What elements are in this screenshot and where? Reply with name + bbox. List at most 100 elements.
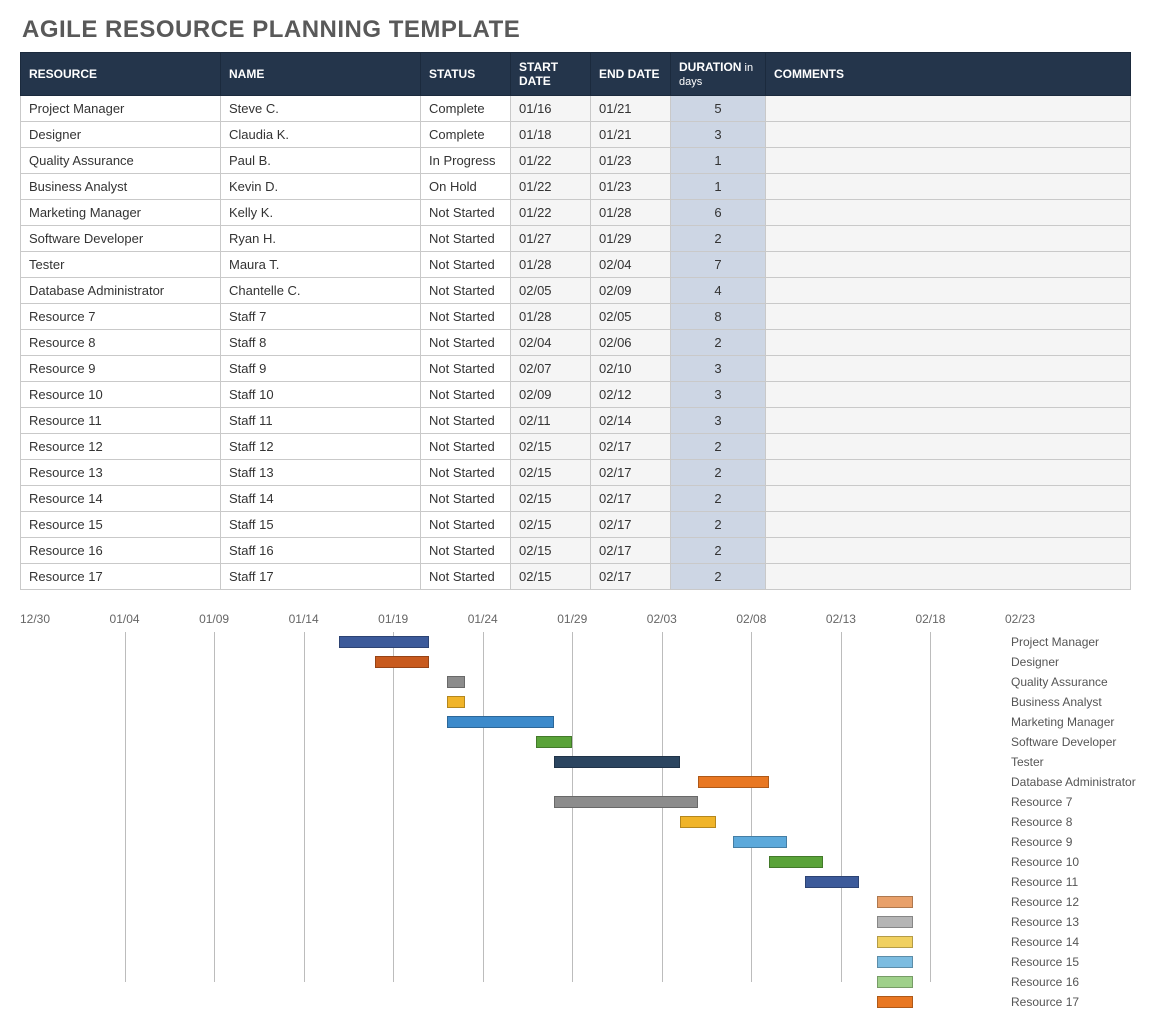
cell-duration[interactable]: 8	[671, 304, 766, 330]
cell-comments[interactable]	[766, 278, 1131, 304]
cell-end[interactable]: 02/04	[591, 252, 671, 278]
cell-resource[interactable]: Resource 14	[21, 486, 221, 512]
cell-comments[interactable]	[766, 460, 1131, 486]
cell-name[interactable]: Staff 8	[221, 330, 421, 356]
cell-resource[interactable]: Resource 17	[21, 564, 221, 590]
cell-end[interactable]: 02/12	[591, 382, 671, 408]
cell-status[interactable]: Not Started	[421, 486, 511, 512]
cell-duration[interactable]: 3	[671, 356, 766, 382]
table-row[interactable]: Resource 10Staff 10Not Started02/0902/12…	[21, 382, 1131, 408]
table-row[interactable]: Resource 11Staff 11Not Started02/1102/14…	[21, 408, 1131, 434]
cell-start[interactable]: 01/27	[511, 226, 591, 252]
cell-duration[interactable]: 3	[671, 408, 766, 434]
table-row[interactable]: Resource 8Staff 8Not Started02/0402/062	[21, 330, 1131, 356]
cell-resource[interactable]: Resource 11	[21, 408, 221, 434]
cell-status[interactable]: Not Started	[421, 226, 511, 252]
table-row[interactable]: Resource 12Staff 12Not Started02/1502/17…	[21, 434, 1131, 460]
cell-resource[interactable]: Resource 8	[21, 330, 221, 356]
cell-duration[interactable]: 1	[671, 148, 766, 174]
cell-comments[interactable]	[766, 148, 1131, 174]
cell-resource[interactable]: Tester	[21, 252, 221, 278]
cell-comments[interactable]	[766, 252, 1131, 278]
table-row[interactable]: Resource 13Staff 13Not Started02/1502/17…	[21, 460, 1131, 486]
table-row[interactable]: Project ManagerSteve C.Complete01/1601/2…	[21, 96, 1131, 122]
cell-start[interactable]: 01/22	[511, 200, 591, 226]
cell-status[interactable]: Not Started	[421, 408, 511, 434]
cell-comments[interactable]	[766, 434, 1131, 460]
cell-resource[interactable]: Quality Assurance	[21, 148, 221, 174]
cell-duration[interactable]: 2	[671, 538, 766, 564]
cell-resource[interactable]: Resource 12	[21, 434, 221, 460]
cell-end[interactable]: 02/17	[591, 564, 671, 590]
cell-duration[interactable]: 2	[671, 434, 766, 460]
cell-end[interactable]: 01/21	[591, 96, 671, 122]
cell-name[interactable]: Staff 9	[221, 356, 421, 382]
table-row[interactable]: Business AnalystKevin D.On Hold01/2201/2…	[21, 174, 1131, 200]
cell-status[interactable]: Not Started	[421, 564, 511, 590]
cell-end[interactable]: 01/23	[591, 148, 671, 174]
cell-status[interactable]: Not Started	[421, 460, 511, 486]
cell-end[interactable]: 02/17	[591, 512, 671, 538]
cell-status[interactable]: Not Started	[421, 356, 511, 382]
table-row[interactable]: Resource 17Staff 17Not Started02/1502/17…	[21, 564, 1131, 590]
cell-end[interactable]: 01/28	[591, 200, 671, 226]
cell-resource[interactable]: Database Administrator	[21, 278, 221, 304]
cell-comments[interactable]	[766, 304, 1131, 330]
cell-resource[interactable]: Resource 7	[21, 304, 221, 330]
cell-end[interactable]: 02/17	[591, 538, 671, 564]
cell-comments[interactable]	[766, 122, 1131, 148]
cell-status[interactable]: Not Started	[421, 200, 511, 226]
cell-status[interactable]: Not Started	[421, 252, 511, 278]
cell-duration[interactable]: 2	[671, 460, 766, 486]
cell-end[interactable]: 02/09	[591, 278, 671, 304]
cell-status[interactable]: Not Started	[421, 278, 511, 304]
cell-status[interactable]: Complete	[421, 122, 511, 148]
cell-end[interactable]: 02/06	[591, 330, 671, 356]
cell-start[interactable]: 01/16	[511, 96, 591, 122]
cell-duration[interactable]: 2	[671, 512, 766, 538]
cell-comments[interactable]	[766, 200, 1131, 226]
cell-comments[interactable]	[766, 564, 1131, 590]
cell-comments[interactable]	[766, 538, 1131, 564]
table-row[interactable]: Resource 16Staff 16Not Started02/1502/17…	[21, 538, 1131, 564]
cell-comments[interactable]	[766, 408, 1131, 434]
cell-name[interactable]: Chantelle C.	[221, 278, 421, 304]
cell-resource[interactable]: Designer	[21, 122, 221, 148]
cell-start[interactable]: 02/15	[511, 460, 591, 486]
cell-duration[interactable]: 5	[671, 96, 766, 122]
cell-name[interactable]: Steve C.	[221, 96, 421, 122]
cell-duration[interactable]: 2	[671, 564, 766, 590]
cell-status[interactable]: On Hold	[421, 174, 511, 200]
cell-name[interactable]: Paul B.	[221, 148, 421, 174]
cell-comments[interactable]	[766, 96, 1131, 122]
cell-duration[interactable]: 4	[671, 278, 766, 304]
cell-start[interactable]: 02/04	[511, 330, 591, 356]
cell-status[interactable]: Not Started	[421, 330, 511, 356]
cell-start[interactable]: 02/15	[511, 486, 591, 512]
cell-resource[interactable]: Resource 9	[21, 356, 221, 382]
cell-status[interactable]: Not Started	[421, 382, 511, 408]
cell-name[interactable]: Staff 17	[221, 564, 421, 590]
cell-status[interactable]: In Progress	[421, 148, 511, 174]
cell-duration[interactable]: 2	[671, 330, 766, 356]
cell-end[interactable]: 02/17	[591, 434, 671, 460]
cell-name[interactable]: Staff 13	[221, 460, 421, 486]
cell-end[interactable]: 02/10	[591, 356, 671, 382]
table-row[interactable]: Software DeveloperRyan H.Not Started01/2…	[21, 226, 1131, 252]
cell-duration[interactable]: 7	[671, 252, 766, 278]
cell-end[interactable]: 02/17	[591, 460, 671, 486]
cell-name[interactable]: Staff 14	[221, 486, 421, 512]
cell-start[interactable]: 02/09	[511, 382, 591, 408]
cell-start[interactable]: 02/15	[511, 512, 591, 538]
cell-name[interactable]: Kelly K.	[221, 200, 421, 226]
cell-comments[interactable]	[766, 226, 1131, 252]
cell-name[interactable]: Staff 10	[221, 382, 421, 408]
cell-start[interactable]: 01/28	[511, 252, 591, 278]
cell-resource[interactable]: Resource 10	[21, 382, 221, 408]
cell-start[interactable]: 02/11	[511, 408, 591, 434]
table-row[interactable]: Quality AssurancePaul B.In Progress01/22…	[21, 148, 1131, 174]
cell-comments[interactable]	[766, 330, 1131, 356]
cell-name[interactable]: Staff 15	[221, 512, 421, 538]
cell-name[interactable]: Staff 12	[221, 434, 421, 460]
cell-start[interactable]: 01/22	[511, 174, 591, 200]
